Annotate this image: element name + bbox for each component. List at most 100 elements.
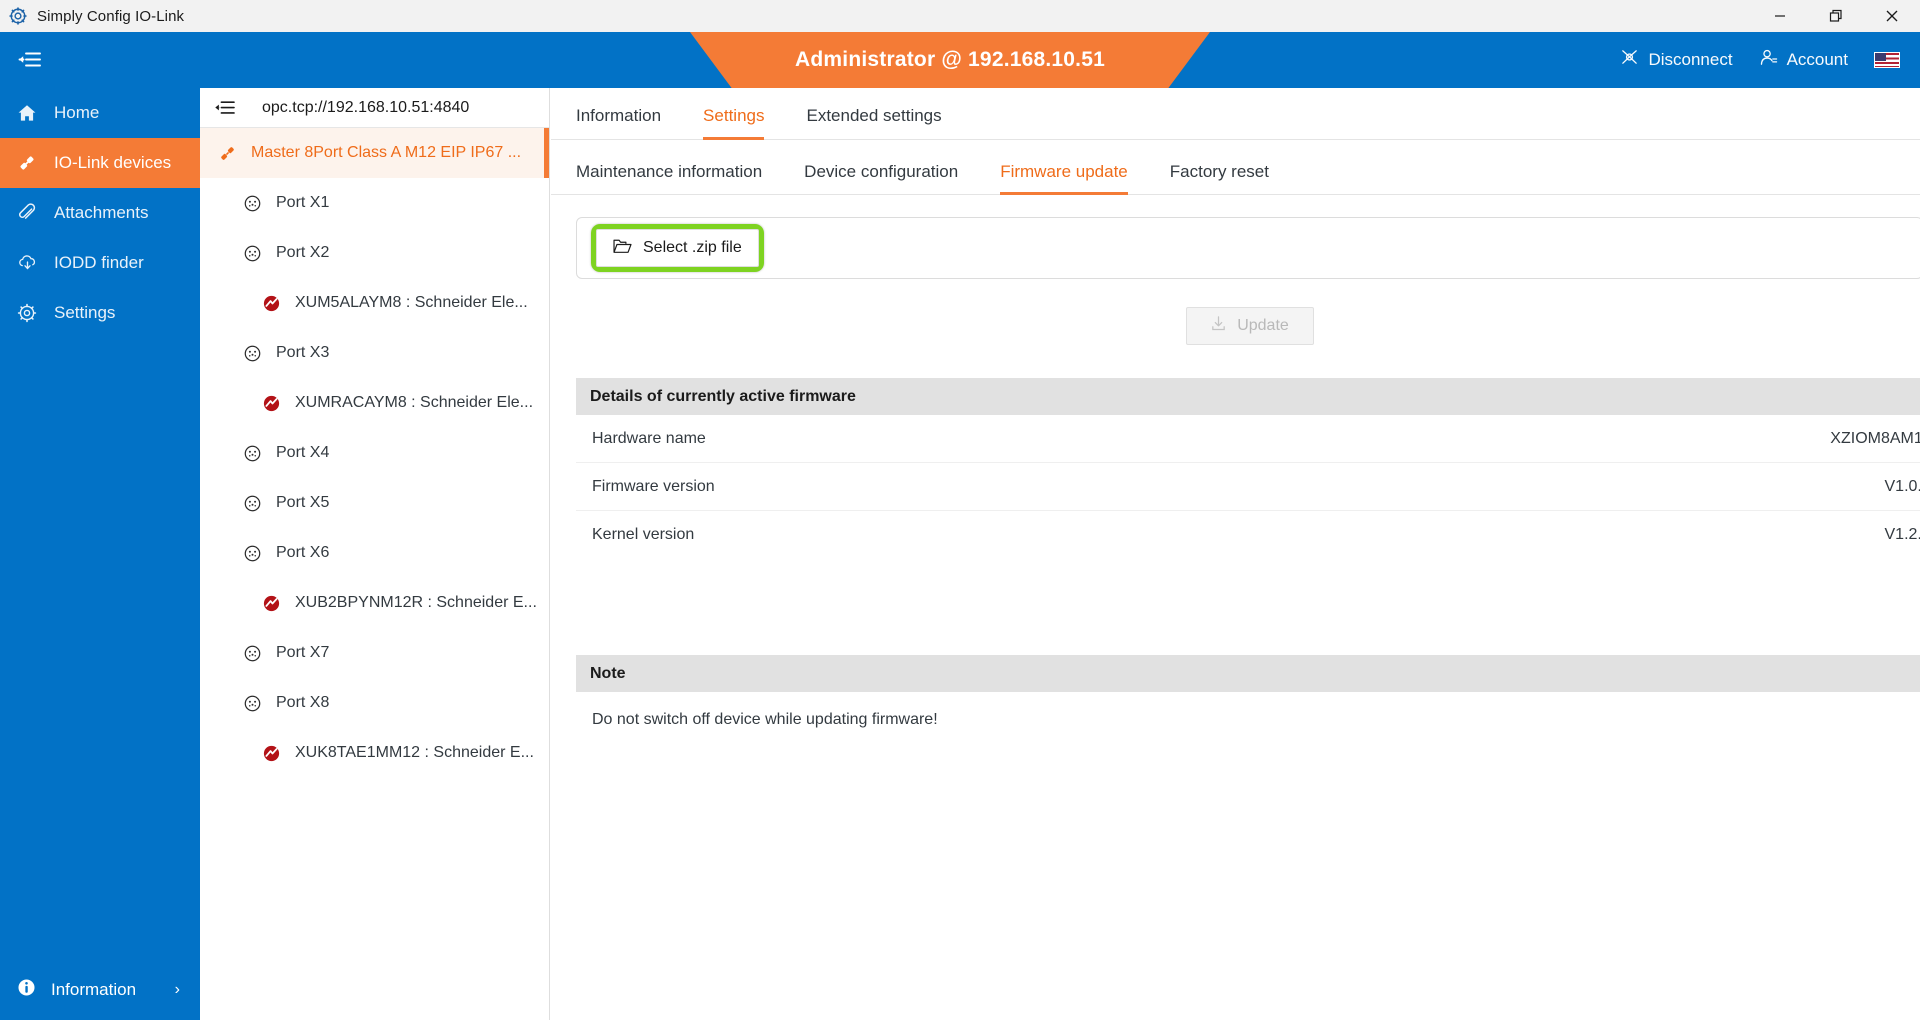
tab-extended-settings[interactable]: Extended settings — [806, 106, 941, 139]
table-row: Firmware version V1.0.0.14 — [576, 463, 1920, 511]
select-zip-highlight: Select .zip file — [591, 224, 764, 272]
note-title: Note — [576, 655, 1920, 692]
firmware-update-panel: Select .zip file Update Details of curre… — [551, 195, 1920, 747]
tree-row-port-x4[interactable]: Port X4 — [200, 428, 549, 478]
tree-row-port-x6[interactable]: Port X6 — [200, 528, 549, 578]
update-button-label: Update — [1237, 317, 1289, 334]
collapse-tree-icon[interactable] — [214, 99, 236, 117]
port-icon — [239, 694, 265, 713]
tree-row-device-xumracaym8[interactable]: XUMRACAYM8 : Schneider Ele... — [200, 378, 549, 428]
io-link-icon — [16, 153, 38, 173]
sidebar-item-home[interactable]: Home — [0, 88, 200, 138]
sidebar-item-settings[interactable]: Settings — [0, 288, 200, 338]
account-button[interactable]: Account — [1759, 48, 1848, 72]
sidebar-item-label: IO-Link devices — [54, 153, 172, 172]
firmware-details-title: Details of currently active firmware — [576, 378, 1920, 415]
tab-label: Settings — [703, 106, 765, 125]
tree-row-label: Port X5 — [276, 494, 330, 511]
sensor-icon — [258, 744, 284, 763]
top-bar: Administrator @ 192.168.10.51 Disconnect — [0, 32, 1920, 88]
port-icon — [239, 194, 265, 213]
tree-row-label: XUB2BPYNM12R : Schneider E... — [295, 594, 537, 611]
sidebar-item-attachments[interactable]: Attachments — [0, 188, 200, 238]
maximize-restore-button[interactable] — [1808, 0, 1864, 32]
detail-value: XZIOM8AM12EY — [1830, 429, 1920, 447]
gear-app-icon — [8, 6, 28, 26]
tab-label: Extended settings — [806, 106, 942, 125]
tree-row-port-x5[interactable]: Port X5 — [200, 478, 549, 528]
disconnect-icon — [1620, 48, 1639, 72]
tree-row-label: Master 8Port Class A M12 EIP IP67 ... — [251, 144, 522, 161]
home-icon — [16, 103, 38, 123]
flag-us-icon[interactable] — [1874, 52, 1900, 68]
device-tree-panel: opc.tcp://192.168.10.51:4840 Master 8Por… — [200, 88, 550, 1020]
tree-row-port-x8[interactable]: Port X8 — [200, 678, 549, 728]
update-button[interactable]: Update — [1185, 307, 1314, 345]
close-button[interactable] — [1864, 0, 1920, 32]
tree-row-label: Port X4 — [276, 444, 330, 461]
tab-label: Factory reset — [1169, 162, 1269, 181]
detail-key: Firmware version — [592, 477, 715, 495]
tab-label: Information — [576, 106, 662, 125]
tree-row-label: XUMRACAYM8 : Schneider Ele... — [295, 394, 534, 411]
window-controls — [1752, 0, 1920, 32]
disconnect-button[interactable]: Disconnect — [1620, 48, 1733, 72]
tab-device-configuration[interactable]: Device configuration — [804, 162, 958, 194]
port-icon — [239, 444, 265, 463]
device-tree-list: Master 8Port Class A M12 EIP IP67 ... Po… — [200, 128, 549, 778]
update-button-row: Update — [576, 307, 1920, 345]
select-zip-file-button[interactable]: Select .zip file — [596, 229, 759, 267]
tree-row-label: Port X2 — [276, 244, 330, 261]
cloud-download-icon — [16, 253, 38, 274]
application-window: Simply Config IO-Link Administrator @ 19… — [0, 0, 1920, 1020]
sidebar-item-label: Settings — [54, 303, 116, 322]
note-text: Do not switch off device while updating … — [592, 710, 938, 728]
top-bar-actions: Disconnect Account — [1620, 32, 1900, 88]
tab-maintenance-information[interactable]: Maintenance information — [576, 162, 762, 194]
tree-row-port-x3[interactable]: Port X3 — [200, 328, 549, 378]
sidebar-item-label: IODD finder — [54, 253, 144, 272]
sidebar-navigation: Home IO-Link devices Attachments IODD fi… — [0, 88, 200, 1020]
sensor-icon — [258, 594, 284, 613]
gear-icon — [16, 303, 38, 323]
sidebar-item-iodd-finder[interactable]: IODD finder — [0, 238, 200, 288]
port-icon — [239, 344, 265, 363]
sidebar-item-label: Information — [51, 980, 137, 999]
tree-row-label: Port X1 — [276, 194, 330, 211]
tree-row-port-x1[interactable]: Port X1 — [200, 178, 549, 228]
account-icon — [1759, 48, 1778, 72]
tree-row-device-xum5alaym8[interactable]: XUM5ALAYM8 : Schneider Ele... — [200, 278, 549, 328]
tab-firmware-update[interactable]: Firmware update — [1000, 162, 1128, 195]
admin-session-banner: Administrator @ 192.168.10.51 — [690, 32, 1210, 88]
sidebar-item-io-link-devices[interactable]: IO-Link devices — [0, 138, 200, 188]
tree-row-master[interactable]: Master 8Port Class A M12 EIP IP67 ... — [200, 128, 549, 178]
note-section: Note Do not switch off device while upda… — [576, 655, 1920, 747]
secondary-tab-bar: Maintenance information Device configura… — [551, 140, 1920, 195]
info-icon — [16, 977, 37, 1003]
tab-information[interactable]: Information — [576, 106, 661, 139]
tree-row-device-xuk8tae1mm12[interactable]: XUK8TAE1MM12 : Schneider E... — [200, 728, 549, 778]
tree-row-label: Port X6 — [276, 544, 330, 561]
collapse-menu-icon[interactable] — [14, 46, 46, 74]
tab-factory-reset[interactable]: Factory reset — [1170, 162, 1269, 194]
window-title-bar: Simply Config IO-Link — [0, 0, 1920, 32]
select-zip-file-label: Select .zip file — [643, 239, 742, 256]
table-row: Kernel version V1.2.0.17 — [576, 511, 1920, 559]
detail-value: V1.2.0.17 — [1884, 526, 1920, 543]
primary-tab-bar: Information Settings Extended settings — [551, 88, 1920, 140]
sidebar-item-label: Attachments — [54, 203, 149, 222]
minimize-button[interactable] — [1752, 0, 1808, 32]
tree-row-label: Port X3 — [276, 344, 330, 361]
tree-row-label: XUM5ALAYM8 : Schneider Ele... — [295, 294, 528, 311]
tree-row-label: XUK8TAE1MM12 : Schneider E... — [295, 744, 534, 761]
tab-settings[interactable]: Settings — [703, 106, 765, 140]
sidebar-item-information[interactable]: Information › — [0, 960, 200, 1020]
opc-endpoint-label: opc.tcp://192.168.10.51:4840 — [262, 98, 470, 116]
tree-row-port-x7[interactable]: Port X7 — [200, 628, 549, 678]
tree-row-device-xub2bpynm12r[interactable]: XUB2BPYNM12R : Schneider E... — [200, 578, 549, 628]
detail-value: V1.0.0.14 — [1884, 477, 1920, 495]
admin-session-text: Administrator @ 192.168.10.51 — [795, 48, 1105, 71]
detail-key: Hardware name — [592, 429, 706, 447]
tree-row-port-x2[interactable]: Port X2 — [200, 228, 549, 278]
firmware-details-section: Details of currently active firmware Har… — [576, 378, 1920, 559]
